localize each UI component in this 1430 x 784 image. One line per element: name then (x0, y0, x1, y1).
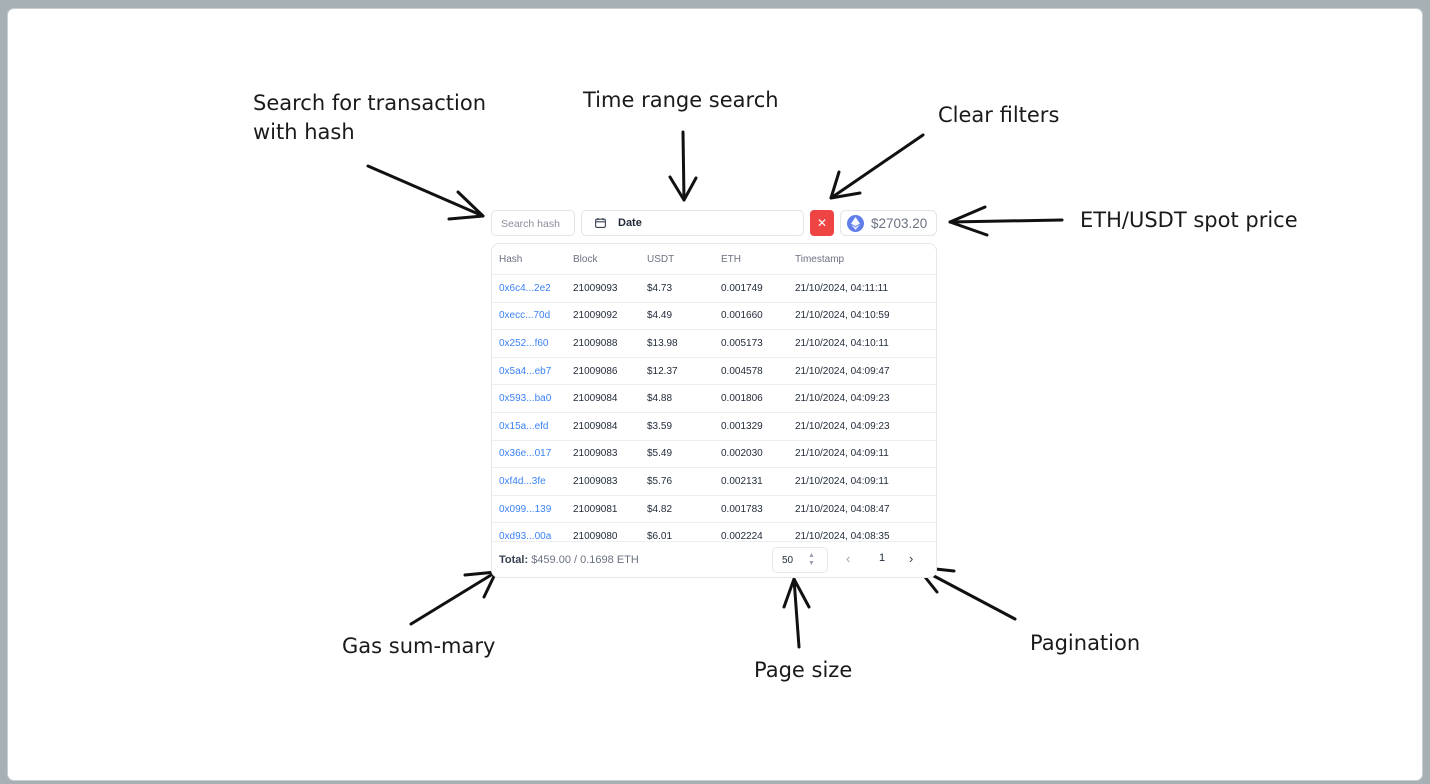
table-row: 0x36e...017 21009083 $5.49 0.002030 21/10/20… (492, 439, 936, 468)
timestamp-cell: 21/10/2024, 04:09:11 (788, 467, 936, 496)
eth-cell: 0.002131 (714, 467, 788, 496)
tx-hash-link[interactable]: 0xf4d...3fe (492, 467, 566, 496)
block-cell: 21009084 (566, 411, 640, 441)
eth-cell: 0.002224 (714, 522, 788, 541)
timestamp-cell: 21/10/2024, 04:10:59 (788, 301, 936, 330)
timestamp-cell: 21/10/2024, 04:08:35 (788, 522, 936, 541)
timestamp-cell: 21/10/2024, 04:09:23 (788, 411, 936, 441)
table-row: 0x5a4...eb7 21009086 $12.37 0.004578 21/10/2… (492, 356, 936, 385)
block-cell: 21009081 (566, 494, 640, 523)
page-size-value: 50 (782, 555, 794, 566)
table-row: 0xd93...00a 21009080 $6.01 0.002224 21/10/20… (492, 522, 936, 541)
table-row: 0x6c4...2e2 21009093 $4.73 0.001749 21/10/20… (492, 274, 936, 303)
timestamp-cell: 21/10/2024, 04:09:23 (788, 384, 936, 413)
tx-hash-link[interactable]: 0x15a...efd (492, 411, 566, 441)
transactions-card: Hash Block USDT ETH Timestamp 0x6c4...2e… (491, 243, 937, 578)
gas-summary: Total: $459.00 / 0.1698 ETH (499, 554, 639, 566)
date-range-picker[interactable]: Date (581, 210, 804, 236)
gas-summary-value: $459.00 / 0.1698 ETH (531, 554, 639, 566)
current-page-number[interactable]: 1 (879, 552, 885, 564)
table-row: 0x099...139 21009081 $4.82 0.001783 21/10/20… (492, 494, 936, 523)
annotation-spot-price: ETH/USDT spot price (1080, 208, 1298, 232)
eth-cell: 0.005173 (714, 329, 788, 358)
column-header-hash: Hash (499, 253, 523, 265)
annotation-search-line1: Search for transaction (253, 91, 486, 115)
eth-price-value: $2703.20 (871, 216, 928, 231)
column-header-block: Block (573, 253, 598, 265)
date-label: Date (618, 217, 642, 229)
eth-cell: 0.001660 (714, 301, 788, 330)
transactions-table: Hash Block USDT ETH Timestamp 0x6c4...2e… (492, 244, 936, 541)
annotation-clear-filters: Clear filters (938, 103, 1060, 127)
usdt-cell: $3.59 (640, 411, 714, 441)
block-cell: 21009088 (566, 329, 640, 358)
tx-hash-link[interactable]: 0x36e...017 (492, 439, 566, 468)
block-cell: 21009093 (566, 274, 640, 303)
calendar-icon (595, 218, 606, 228)
block-cell: 21009084 (566, 384, 640, 413)
timestamp-cell: 21/10/2024, 04:08:47 (788, 494, 936, 523)
tx-hash-link[interactable]: 0x593...ba0 (492, 384, 566, 413)
next-page-button[interactable]: › (909, 551, 913, 566)
usdt-cell: $5.76 (640, 467, 714, 496)
chevron-up-down-icon: ▲ ▼ (808, 552, 815, 567)
clear-filters-button[interactable]: ✕ (810, 210, 834, 236)
block-cell: 21009092 (566, 301, 640, 330)
eth-cell: 0.004578 (714, 356, 788, 385)
page-size-select[interactable]: 50 ▲ ▼ (772, 547, 828, 573)
tx-hash-link[interactable]: 0x252...f60 (492, 329, 566, 358)
column-header-timestamp: Timestamp (795, 253, 845, 265)
usdt-cell: $4.82 (640, 494, 714, 523)
timestamp-cell: 21/10/2024, 04:09:47 (788, 356, 936, 385)
eth-price-display: $2703.20 (840, 210, 937, 236)
annotation-gas-summary: Gas sum-mary (342, 634, 496, 658)
usdt-cell: $4.49 (640, 301, 714, 330)
timestamp-cell: 21/10/2024, 04:10:11 (788, 329, 936, 358)
annotation-search: Search for transaction with hash (253, 89, 486, 147)
table-row: 0x593...ba0 21009084 $4.88 0.001806 21/10/20… (492, 384, 936, 413)
annotation-time-range: Time range search (583, 88, 779, 112)
column-header-eth: ETH (721, 253, 741, 265)
tx-hash-link[interactable]: 0xd93...00a (492, 522, 566, 541)
annotation-pagination: Pagination (1030, 631, 1141, 655)
block-cell: 21009086 (566, 356, 640, 385)
timestamp-cell: 21/10/2024, 04:09:11 (788, 439, 936, 468)
previous-page-button[interactable]: ‹ (846, 551, 850, 566)
table-row: 0x252...f60 21009088 $13.98 0.005173 21/10/2… (492, 329, 936, 358)
tx-hash-link[interactable]: 0xecc...70d (492, 301, 566, 330)
gas-summary-label: Total: (499, 554, 529, 566)
block-cell: 21009080 (566, 522, 640, 541)
tx-hash-link[interactable]: 0x5a4...eb7 (492, 356, 566, 385)
annotation-search-line2: with hash (253, 120, 355, 144)
timestamp-cell: 21/10/2024, 04:11:11 (788, 274, 936, 303)
table-row: 0x15a...efd 21009084 $3.59 0.001329 21/10/20… (492, 411, 936, 441)
eth-cell: 0.001749 (714, 274, 788, 303)
usdt-cell: $6.01 (640, 522, 714, 541)
block-cell: 21009083 (566, 439, 640, 468)
table-footer: Total: $459.00 / 0.1698 ETH 50 ▲ ▼ ‹ 1 › (492, 541, 936, 577)
column-header-usdt: USDT (647, 253, 675, 265)
usdt-cell: $5.49 (640, 439, 714, 468)
table-row: 0xecc...70d 21009092 $4.49 0.001660 21/10/20… (492, 301, 936, 330)
eth-cell: 0.001806 (714, 384, 788, 413)
tx-hash-link[interactable]: 0x6c4...2e2 (492, 274, 566, 303)
usdt-cell: $4.88 (640, 384, 714, 413)
eth-cell: 0.001329 (714, 411, 788, 441)
annotation-page-size: Page size (754, 658, 853, 682)
eth-cell: 0.001783 (714, 494, 788, 523)
block-cell: 21009083 (566, 467, 640, 496)
usdt-cell: $4.73 (640, 274, 714, 303)
table-row: 0xf4d...3fe 21009083 $5.76 0.002131 21/10/20… (492, 467, 936, 496)
table-header-row: Hash Block USDT ETH Timestamp (492, 244, 936, 275)
usdt-cell: $13.98 (640, 329, 714, 358)
search-input[interactable]: Search hash (491, 210, 575, 236)
tx-hash-link[interactable]: 0x099...139 (492, 494, 566, 523)
usdt-cell: $12.37 (640, 356, 714, 385)
eth-cell: 0.002030 (714, 439, 788, 468)
ethereum-icon (847, 215, 864, 232)
x-icon: ✕ (816, 216, 828, 230)
transactions-table-scroll[interactable]: Hash Block USDT ETH Timestamp 0x6c4...2e… (492, 244, 936, 541)
